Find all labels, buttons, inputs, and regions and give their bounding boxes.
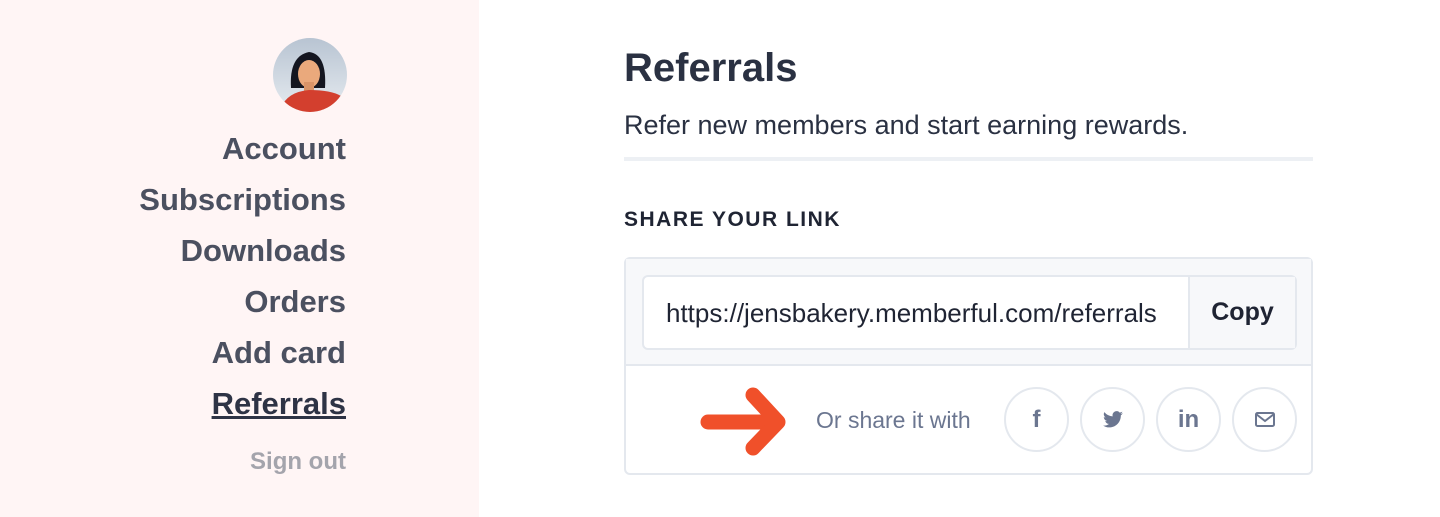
page-subtitle: Refer new members and start earning rewa…: [624, 110, 1189, 140]
sign-out-link[interactable]: Sign out: [250, 448, 346, 476]
share-text: Or share it with: [816, 407, 971, 433]
page-title: Referrals: [624, 46, 798, 90]
nav-downloads[interactable]: Downloads: [139, 225, 346, 276]
email-icon[interactable]: [1232, 387, 1297, 452]
account-nav: Account Subscriptions Downloads Orders A…: [139, 123, 346, 429]
arrow-right-icon: [700, 387, 786, 456]
nav-account[interactable]: Account: [139, 123, 346, 174]
nav-add-card[interactable]: Add card: [139, 327, 346, 378]
section-label: SHARE YOUR LINK: [624, 208, 841, 231]
referral-link-input[interactable]: https://jensbakery.memberful.com/referra…: [644, 277, 1188, 348]
nav-orders[interactable]: Orders: [139, 276, 346, 327]
divider: [624, 157, 1313, 161]
copy-button[interactable]: Copy: [1188, 277, 1295, 348]
nav-referrals[interactable]: Referrals: [139, 378, 346, 429]
facebook-icon[interactable]: f: [1004, 387, 1069, 452]
avatar[interactable]: [273, 38, 347, 112]
sidebar: Account Subscriptions Downloads Orders A…: [0, 0, 479, 517]
twitter-icon[interactable]: [1080, 387, 1145, 452]
linkedin-icon[interactable]: in: [1156, 387, 1221, 452]
nav-subscriptions[interactable]: Subscriptions: [139, 174, 346, 225]
referral-link-field: https://jensbakery.memberful.com/referra…: [642, 275, 1297, 350]
